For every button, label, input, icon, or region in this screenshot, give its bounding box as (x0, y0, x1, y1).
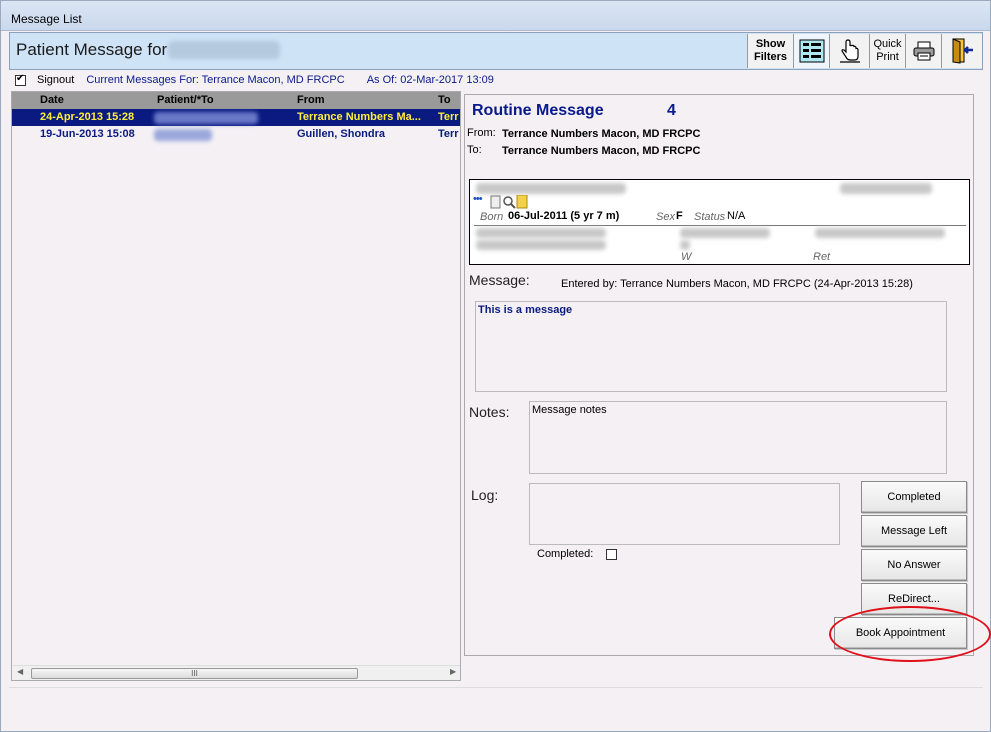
sex-label: Sex (656, 211, 675, 223)
signout-label: Signout (37, 74, 75, 86)
message-detail-panel: Routine Message 4 From: Terrance Numbers… (464, 94, 974, 656)
completed-row: Completed: (537, 548, 618, 560)
book-appointment-button[interactable]: Book Appointment (834, 617, 967, 649)
redacted-patient-name (476, 183, 626, 194)
exit-door-icon (952, 38, 973, 64)
message-text: This is a message (478, 304, 573, 316)
sex-value: F (676, 210, 683, 222)
redacted-patient (154, 129, 212, 141)
quick-print-button[interactable]: Quick Print (869, 34, 905, 68)
show-filters-button[interactable]: Show Filters (747, 34, 793, 68)
horizontal-scrollbar[interactable]: ◀ III ▶ (13, 665, 460, 680)
status-label: Status (694, 211, 726, 223)
redacted-address (476, 228, 606, 238)
scroll-left-arrow-icon[interactable]: ◀ (17, 667, 23, 676)
as-of-label: As Of: 02-Mar-2017 13:09 (366, 74, 494, 86)
born-value: 06-Jul-2011 (5 yr 7 m) (508, 210, 620, 222)
referring-label: Ret (813, 251, 831, 263)
status-value: N/A (727, 210, 746, 222)
patient-message-header: Patient Message for Show Filters Quick Pri… (9, 32, 983, 70)
message-list-panel: Date Patient/*To From To 24-Apr-2013 15:… (11, 91, 461, 681)
message-label: Message: (469, 272, 530, 288)
status-area (9, 687, 983, 725)
signout-checkbox[interactable] (15, 73, 26, 86)
from-value: Terrance Numbers Macon, MD FRCPC (502, 128, 701, 140)
redacted-phone (680, 228, 770, 238)
signout-bar: Signout Current Messages For: Terrance M… (15, 73, 494, 87)
more-options-icon[interactable]: ••• (473, 193, 483, 205)
from-label: From: (467, 127, 496, 139)
redacted-patient-name (168, 41, 280, 59)
window-title: Message List (11, 12, 82, 26)
log-text-box[interactable] (529, 483, 840, 545)
redacted-patient (154, 112, 258, 124)
no-answer-button[interactable]: No Answer (861, 549, 967, 581)
printer-icon (913, 41, 934, 61)
message-text-box[interactable]: This is a message (475, 301, 947, 392)
column-header-date[interactable]: Date (40, 94, 64, 106)
column-header-patient[interactable]: Patient/*To (157, 94, 214, 106)
completed-checkbox[interactable] (606, 548, 618, 560)
redacted-work-phone (680, 240, 690, 250)
message-type-title: Routine Message (472, 102, 604, 119)
completed-button[interactable]: Completed (861, 481, 967, 513)
patient-info-divider (474, 225, 966, 226)
hand-pointer-icon (839, 39, 860, 63)
to-value: Terrance Numbers Macon, MD FRCPC (502, 145, 701, 157)
hand-pointer-button[interactable] (829, 34, 869, 68)
column-header-to[interactable]: To (438, 94, 451, 106)
current-messages-label: Current Messages For: Terrance Macon, MD… (86, 74, 345, 86)
page-title: Patient Message for (16, 40, 168, 59)
message-count: 4 (667, 102, 676, 119)
column-header-from[interactable]: From (297, 94, 325, 106)
title-bar: Message List (1, 1, 990, 31)
scroll-thumb[interactable]: III (31, 668, 358, 679)
to-label: To: (467, 144, 482, 156)
message-list-window: Message List Patient Message for Show Fil… (0, 0, 991, 732)
message-list-view-button[interactable] (793, 34, 829, 68)
redacted-physician (815, 228, 945, 238)
work-phone-label: W (681, 251, 692, 263)
list-header: Date Patient/*To From To (12, 92, 460, 109)
exit-button[interactable] (941, 34, 982, 68)
scroll-right-arrow-icon[interactable]: ▶ (450, 667, 456, 676)
redacted-address-2 (476, 240, 606, 250)
notes-text-box[interactable]: Message notes (529, 401, 947, 474)
redacted-patient-id (840, 183, 932, 194)
born-label: Born (480, 211, 504, 223)
table-row[interactable]: 24-Apr-2013 15:28 Terrance Numbers Ma...… (12, 109, 460, 126)
patient-tools-icons[interactable] (490, 195, 528, 209)
message-left-button[interactable]: Message Left (861, 515, 967, 547)
list-view-icon (799, 39, 824, 63)
redirect-button[interactable]: ReDirect... (861, 583, 967, 615)
entered-by-label: Entered by: Terrance Numbers Macon, MD F… (561, 278, 913, 290)
print-button[interactable] (905, 34, 941, 68)
notes-label: Notes: (469, 404, 510, 420)
completed-label: Completed: (537, 548, 594, 560)
patient-info-box: ••• Born 06-Jul-2011 (5 yr 7 m) Sex F St… (469, 179, 970, 265)
notes-text: Message notes (532, 404, 607, 416)
log-label: Log: (471, 487, 499, 503)
table-row[interactable]: 19-Jun-2013 15:08 Guillen, Shondra Terr (12, 126, 460, 143)
